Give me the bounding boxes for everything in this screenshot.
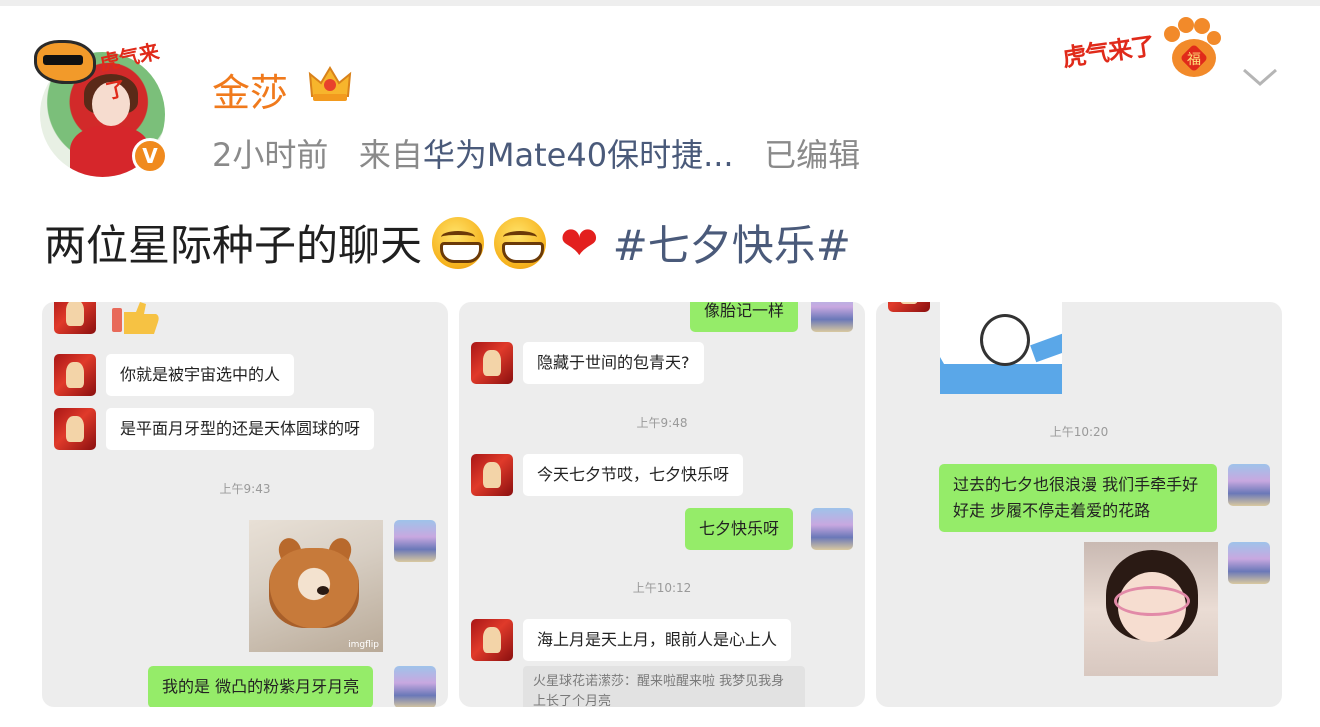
grin-emoji-icon [494, 216, 547, 269]
chat-message-self: 像胎记一样 [690, 302, 799, 332]
post-body: 两位星际种子的聊天 [44, 221, 423, 270]
self-avatar [811, 302, 853, 332]
username[interactable]: 金莎 [212, 62, 288, 117]
top-divider [0, 0, 1320, 6]
tiger-year-stamp: 虎气来了 福 [1060, 14, 1226, 84]
chat-message: 今天七夕节哎，七夕快乐呀 [523, 454, 744, 496]
chat-timestamp: 上午9:48 [636, 416, 688, 430]
friend-avatar [471, 454, 513, 496]
post-time: 2小时前 [212, 136, 329, 174]
hashtag-link[interactable]: #七夕快乐# [613, 212, 851, 273]
chat-screenshot-3[interactable]: 上午10:20 过去的七夕也很浪漫 我们手牵手好好走 步履不停走着爱的花路 [876, 302, 1282, 707]
edited-label[interactable]: 已编辑 [764, 136, 860, 174]
self-avatar [394, 520, 436, 562]
chat-timestamp: 上午10:12 [632, 581, 692, 595]
source-device-link[interactable]: 华为Mate40保时捷... [423, 136, 734, 174]
self-avatar [394, 666, 436, 707]
friend-avatar [54, 302, 96, 334]
red-heart-icon: ❤ [560, 215, 599, 270]
chat-timestamp: 上午10:20 [1049, 425, 1109, 439]
friend-avatar [54, 354, 96, 396]
chat-screenshot-2[interactable]: 像胎记一样 隐藏于世间的包青天? 上午9:48 今天七夕节哎，七夕快乐呀 七夕快… [459, 302, 865, 707]
post-text: 两位星际种子的聊天 ❤ #七夕快乐# [44, 212, 851, 273]
chat-screenshot-1[interactable]: 你就是被宇宙选中的人 是平面月牙型的还是天体圆球的呀 上午9:43 imgfli… [42, 302, 448, 707]
girl-image [1084, 542, 1218, 676]
image-watermark: imgflip [348, 640, 379, 650]
verified-v-icon: V [132, 138, 168, 174]
waving-sticker-image [940, 302, 1062, 394]
chat-message: 海上月是天上月，眼前人是心上人 [523, 619, 792, 661]
user-avatar[interactable]: 虎气来了 V [34, 39, 170, 180]
thumbs-up-icon [112, 302, 159, 334]
tiger-sticker-icon [34, 40, 96, 84]
post-meta: 2小时前 来自华为Mate40保时捷... 已编辑 [212, 130, 860, 176]
self-avatar [811, 508, 853, 550]
paw-text: 福 [1187, 52, 1201, 68]
self-avatar [1228, 542, 1270, 584]
avatar-badge-text: 虎气来了 [97, 39, 162, 104]
quoted-message: 火星球花诺潆莎：醒来啦醒来啦 我梦见我身上长了个月亮 [523, 666, 805, 707]
friend-avatar [471, 342, 513, 384]
friend-avatar [888, 302, 930, 312]
chat-message: 隐藏于世间的包青天? [523, 342, 704, 384]
crown-icon [308, 66, 352, 101]
stamp-text: 虎气来了 [1060, 30, 1156, 73]
chat-message: 你就是被宇宙选中的人 [106, 354, 295, 396]
chat-message-self: 我的是 微凸的粉紫月牙月亮 [148, 666, 374, 707]
source-prefix: 来自 [358, 136, 423, 174]
grin-emoji-icon [432, 216, 485, 269]
self-avatar [1228, 464, 1270, 506]
chat-timestamp: 上午9:43 [219, 482, 271, 496]
tiger-paw-icon: 福 [1164, 17, 1221, 77]
chat-message-self: 七夕快乐呀 [685, 508, 794, 550]
chat-message-self: 过去的七夕也很浪漫 我们手牵手好好走 步履不停走着爱的花路 [939, 464, 1217, 532]
dog-image: imgflip [249, 520, 383, 652]
chevron-down-icon[interactable] [1240, 62, 1280, 92]
chat-message: 是平面月牙型的还是天体圆球的呀 [106, 408, 375, 450]
friend-avatar [471, 619, 513, 661]
friend-avatar [54, 408, 96, 450]
